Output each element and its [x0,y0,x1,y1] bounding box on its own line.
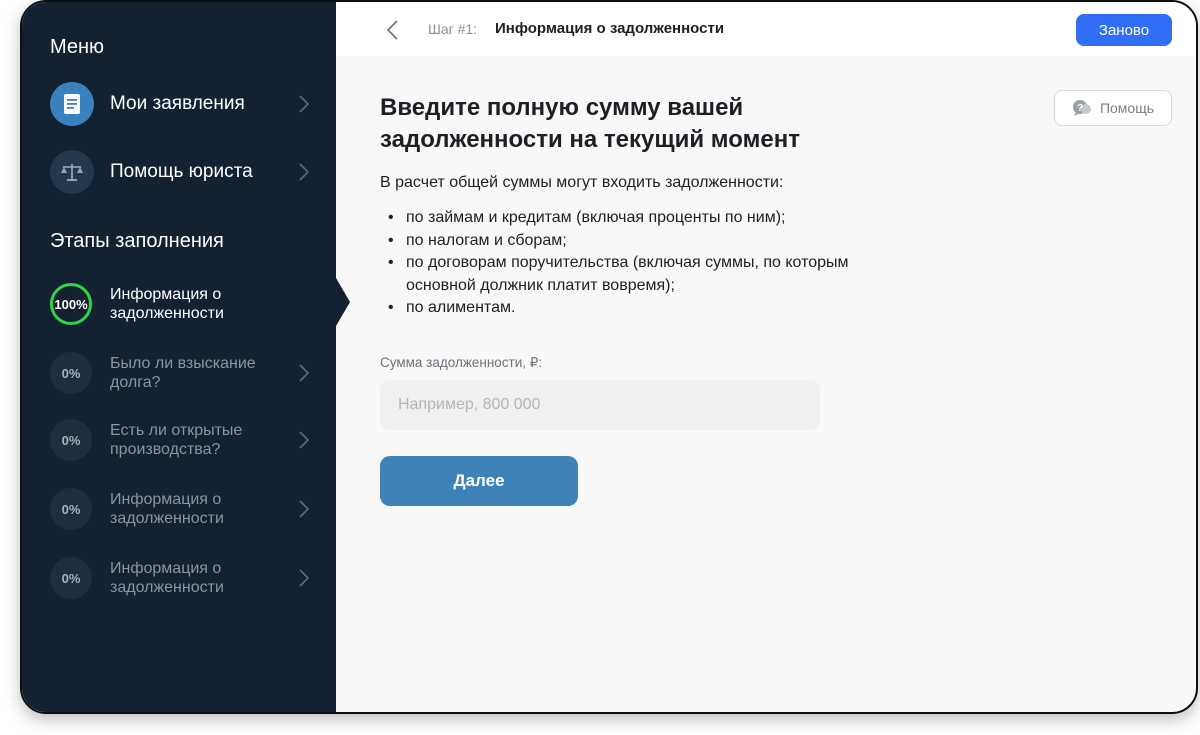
scales-icon [50,150,94,194]
step-title: Информация о задолженности [495,20,725,37]
menu-item-my-applications[interactable]: Мои заявления [50,80,310,128]
progress-circle: 0% [50,419,92,461]
document-icon [50,82,94,126]
help-button[interactable]: ? Помощь [1054,90,1172,126]
menu-item-label: Помощь юриста [110,161,253,182]
help-chat-icon: ? [1072,100,1091,116]
chevron-right-icon [299,95,310,113]
menu-title: Меню [50,36,105,58]
back-arrow-icon[interactable] [386,19,400,41]
step-item-debt-info-3[interactable]: 0% Информация о задолженности [50,552,310,604]
menu-item-label: Мои заявления [110,93,245,114]
chevron-right-icon [299,364,310,382]
step-item-debt-info[interactable]: 100% Информация о задолженности [50,278,310,330]
intro-text: В расчет общей суммы могут входить задол… [380,174,784,191]
page-heading: Введите полную сумму вашей задолженности… [380,94,800,153]
step-label: Информация о задолженности [110,491,224,527]
progress-circle: 0% [50,352,92,394]
list-item: по займам и кредитам (включая проценты п… [384,207,884,230]
step-number: Шаг #1: [428,21,478,37]
sidebar: Меню Мои заявления Помощь юриста Этапы з… [22,2,336,712]
progress-circle: 100% [50,283,92,325]
step-label: Информация о задолженности [110,286,224,322]
steps-title: Этапы заполнения [50,230,224,252]
chevron-right-icon [299,163,310,181]
amount-input[interactable] [380,380,820,430]
chevron-right-icon [299,569,310,587]
help-label: Помощь [1099,100,1155,116]
chevron-right-icon [299,431,310,449]
step-label: Есть ли открытые производства? [110,422,243,458]
list-item: по договорам поручительства (включая сум… [384,252,884,297]
debt-types-list: по займам и кредитам (включая проценты п… [384,207,884,320]
progress-circle: 0% [50,557,92,599]
svg-text:?: ? [1077,103,1083,114]
step-item-open-proceedings[interactable]: 0% Есть ли открытые производства? [50,414,310,466]
list-item: по алиментам. [384,297,884,320]
chevron-right-icon [299,500,310,518]
step-item-debt-collection[interactable]: 0% Было ли взыскание долга? [50,347,310,399]
amount-label: Сумма задолженности, ₽: [380,355,543,370]
progress-circle: 0% [50,488,92,530]
step-item-debt-info-2[interactable]: 0% Информация о задолженности [50,483,310,535]
restart-button[interactable]: Заново [1076,14,1172,46]
step-label: Было ли взыскание долга? [110,355,256,391]
menu-item-lawyer-help[interactable]: Помощь юриста [50,148,310,196]
app-window: Меню Мои заявления Помощь юриста Этапы з… [20,0,1198,714]
active-step-pointer [336,278,350,326]
top-bar: Шаг #1: Информация о задолженности Занов… [336,2,1196,56]
list-item: по налогам и сборам; [384,230,884,253]
step-label: Информация о задолженности [110,560,224,596]
next-button[interactable]: Далее [380,456,578,506]
